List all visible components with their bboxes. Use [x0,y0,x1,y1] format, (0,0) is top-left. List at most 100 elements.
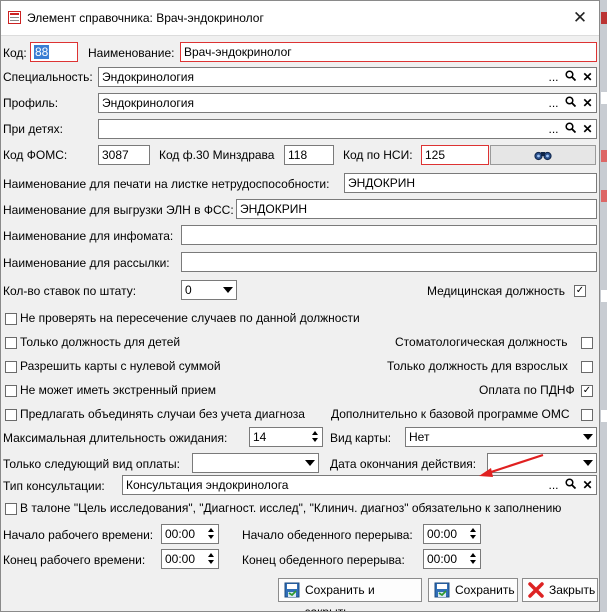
card-type-label: Вид карты: [330,431,392,445]
spin-down-icon[interactable] [206,559,217,567]
print-name-input[interactable]: ЭНДОКРИН [344,173,597,193]
close-button[interactable]: Закрыть [522,578,598,602]
specialty-search-icon[interactable] [563,69,578,85]
merge-no-diag-label: Предлагать объединять случаи без учета д… [20,407,305,421]
spin-down-icon[interactable] [468,534,479,542]
window-close-icon[interactable]: ✕ [569,7,591,29]
spin-down-icon[interactable] [206,534,217,542]
card-type-select[interactable]: Нет [405,427,597,447]
rates-value: 0 [185,283,192,297]
spin-down-icon[interactable] [468,559,479,567]
adults-only-checkbox[interactable] [581,361,593,373]
edge-mark [601,290,607,302]
close-label: Закрыть [549,583,596,597]
no-overlap-checkbox[interactable] [5,313,17,325]
chevron-down-icon [223,287,233,293]
work-end-value: 00:00 [165,552,196,566]
edge-mark [601,92,607,104]
save-and-close-button[interactable]: Сохранить и закрыть [278,578,422,611]
name-label: Наименование: [88,46,175,60]
nsi-input[interactable]: 125 [421,145,489,165]
print-name-label: Наименование для печати на листке нетруд… [3,177,330,191]
lunch-end-spinner[interactable]: 00:00 [423,549,481,569]
save-label: Сохранить [455,583,515,597]
max-wait-spinner[interactable]: 14 [249,427,323,447]
consult-type-label: Тип консультации: [3,479,105,493]
lunch-start-label: Начало обеденного перерыва: [242,528,413,542]
foms-label: Код ФОМС: [3,148,68,162]
background-window-edge [600,0,607,612]
specialty-value: Эндокринология [102,70,194,84]
f30-label: Код ф.30 Минздрава [159,148,275,162]
children-choose-icon[interactable]: ... [546,121,561,137]
profile-lookup[interactable]: Эндокринология ... ✕ [98,93,597,113]
mailing-name-input[interactable] [181,252,597,272]
infomat-name-input[interactable] [181,225,597,245]
card-type-value: Нет [409,430,430,444]
eln-name-label: Наименование для выгрузки ЭЛН в ФСС: [3,203,234,217]
edge-mark [601,12,607,24]
spin-up-icon[interactable] [468,526,479,534]
work-start-label: Начало рабочего времени: [3,528,154,542]
save-button[interactable]: Сохранить [428,578,518,602]
title-bar[interactable]: Элемент справочника: Врач-эндокринолог ✕ [1,1,599,36]
children-label: При детях: [3,122,63,136]
profile-label: Профиль: [3,96,59,110]
pdnf-checkbox[interactable]: ✓ [581,385,593,397]
adults-only-label: Только должность для взрослых [387,359,568,373]
consult-clear-icon[interactable]: ✕ [580,477,595,493]
work-end-spinner[interactable]: 00:00 [161,549,219,569]
mailing-name-label: Наименование для рассылки: [3,256,170,270]
save-icon [284,582,300,598]
medical-position-checkbox[interactable]: ✓ [574,285,586,297]
chevron-down-icon [583,434,593,440]
pdnf-label: Оплата по ПДНФ [479,383,575,397]
f30-input[interactable]: 118 [284,145,334,165]
extra-oms-label: Дополнительно к базовой программе ОМС [331,407,570,421]
lunch-start-value: 00:00 [427,527,458,541]
profile-search-icon[interactable] [563,95,578,111]
work-start-spinner[interactable]: 00:00 [161,524,219,544]
talon-required-checkbox[interactable] [5,503,17,515]
spin-up-icon[interactable] [310,429,321,437]
profile-value: Эндокринология [102,96,194,110]
foms-input[interactable]: 3087 [98,145,150,165]
close-red-x-icon [528,582,544,598]
children-search-icon[interactable] [563,121,578,137]
consult-search-icon[interactable] [563,477,578,493]
profile-clear-icon[interactable]: ✕ [580,95,595,111]
no-emergency-checkbox[interactable] [5,385,17,397]
code-input[interactable]: 88 [30,42,78,62]
specialty-choose-icon[interactable]: ... [546,69,561,85]
nsi-lookup-button[interactable] [490,145,596,165]
name-input[interactable]: Врач-эндокринолог [180,42,597,62]
spin-up-icon[interactable] [206,551,217,559]
rates-select[interactable]: 0 [181,280,237,300]
children-only-checkbox[interactable] [5,337,17,349]
code-label: Код: [3,46,27,60]
children-clear-icon[interactable]: ✕ [580,121,595,137]
children-lookup[interactable]: ... ✕ [98,119,597,139]
children-only-label: Только должность для детей [20,335,181,349]
save-icon [434,582,450,598]
dental-checkbox[interactable] [581,337,593,349]
dialog-window: Элемент справочника: Врач-эндокринолог ✕… [0,0,600,612]
chevron-down-icon [305,460,315,466]
medical-position-label: Медицинская должность [427,284,565,298]
spin-up-icon[interactable] [468,551,479,559]
eln-name-input[interactable]: ЭНДОКРИН [236,199,597,219]
spin-up-icon[interactable] [206,526,217,534]
extra-oms-checkbox[interactable] [581,409,593,421]
merge-no-diag-checkbox[interactable] [5,409,17,421]
zero-sum-checkbox[interactable] [5,361,17,373]
specialty-clear-icon[interactable]: ✕ [580,69,595,85]
profile-choose-icon[interactable]: ... [546,95,561,111]
specialty-lookup[interactable]: Эндокринология ... ✕ [98,67,597,87]
lunch-start-spinner[interactable]: 00:00 [423,524,481,544]
next-payment-label: Только следующий вид оплаты: [3,457,180,471]
specialty-label: Специальность: [3,70,93,84]
spin-down-icon[interactable] [310,437,321,445]
next-payment-select[interactable] [192,453,319,473]
edge-mark [601,150,607,162]
work-end-label: Конец рабочего времени: [3,553,146,567]
